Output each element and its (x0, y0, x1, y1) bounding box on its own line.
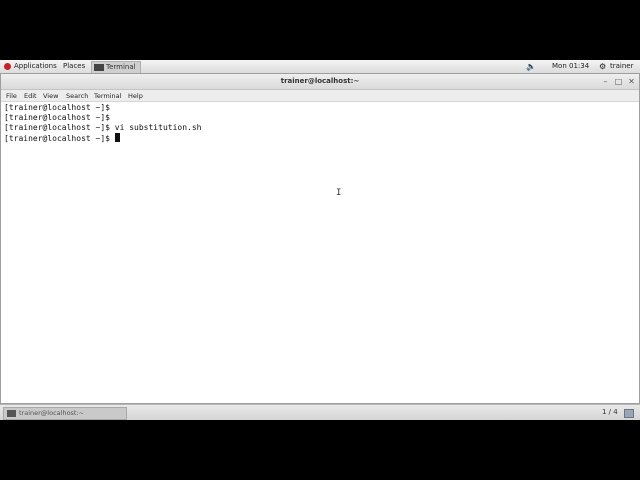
menu-bar: File Edit View Search Terminal Help (1, 90, 639, 102)
menu-search[interactable]: Search (66, 92, 88, 100)
terminal-icon (94, 64, 104, 71)
user-icon[interactable]: ⚙ (599, 62, 606, 71)
menu-terminal[interactable]: Terminal (94, 92, 121, 100)
terminal-prompt: [trainer@localhost ~]$ (4, 134, 115, 143)
workspace-pager[interactable]: 1 / 4 (602, 408, 618, 416)
ibeam-pointer-icon: I (336, 188, 342, 198)
workspace-icon[interactable] (624, 409, 634, 418)
taskbar-terminal-item[interactable]: trainer@localhost:~ (3, 407, 127, 420)
menu-view[interactable]: View (43, 92, 58, 100)
terminal-prompt-line: [trainer@localhost ~]$ (4, 133, 120, 144)
places-menu[interactable]: Places (63, 62, 85, 70)
terminal-window: trainer@localhost:~ – □ ✕ File Edit View… (0, 73, 640, 404)
terminal-line: [trainer@localhost ~]$ (4, 113, 110, 122)
terminal-launcher-label: Terminal (106, 63, 136, 71)
taskbar-item-label: trainer@localhost:~ (19, 409, 85, 417)
applications-icon[interactable] (4, 63, 11, 70)
volume-icon[interactable]: 🔈 (526, 62, 536, 71)
menu-edit[interactable]: Edit (24, 92, 37, 100)
terminal-line: [trainer@localhost ~]$ (4, 103, 110, 112)
applications-menu[interactable]: Applications (14, 62, 57, 70)
menu-help[interactable]: Help (128, 92, 143, 100)
terminal-output[interactable]: [trainer@localhost ~]$ [trainer@localhos… (3, 102, 637, 402)
window-titlebar[interactable]: trainer@localhost:~ – □ ✕ (1, 74, 639, 90)
top-panel: Applications Places Terminal 🔈 Mon 01:34… (0, 60, 640, 74)
user-menu[interactable]: trainer (610, 62, 633, 70)
text-cursor (114, 133, 120, 142)
desktop-screen: Applications Places Terminal 🔈 Mon 01:34… (0, 60, 640, 420)
menu-file[interactable]: File (6, 92, 17, 100)
terminal-icon (7, 410, 16, 417)
clock[interactable]: Mon 01:34 (552, 62, 589, 70)
window-title: trainer@localhost:~ (280, 77, 360, 85)
maximize-icon[interactable]: □ (614, 77, 623, 86)
minimize-icon[interactable]: – (601, 77, 610, 86)
bottom-panel: trainer@localhost:~ 1 / 4 (0, 404, 640, 420)
terminal-line: [trainer@localhost ~]$ vi substitution.s… (4, 123, 202, 132)
close-icon[interactable]: ✕ (627, 77, 636, 86)
